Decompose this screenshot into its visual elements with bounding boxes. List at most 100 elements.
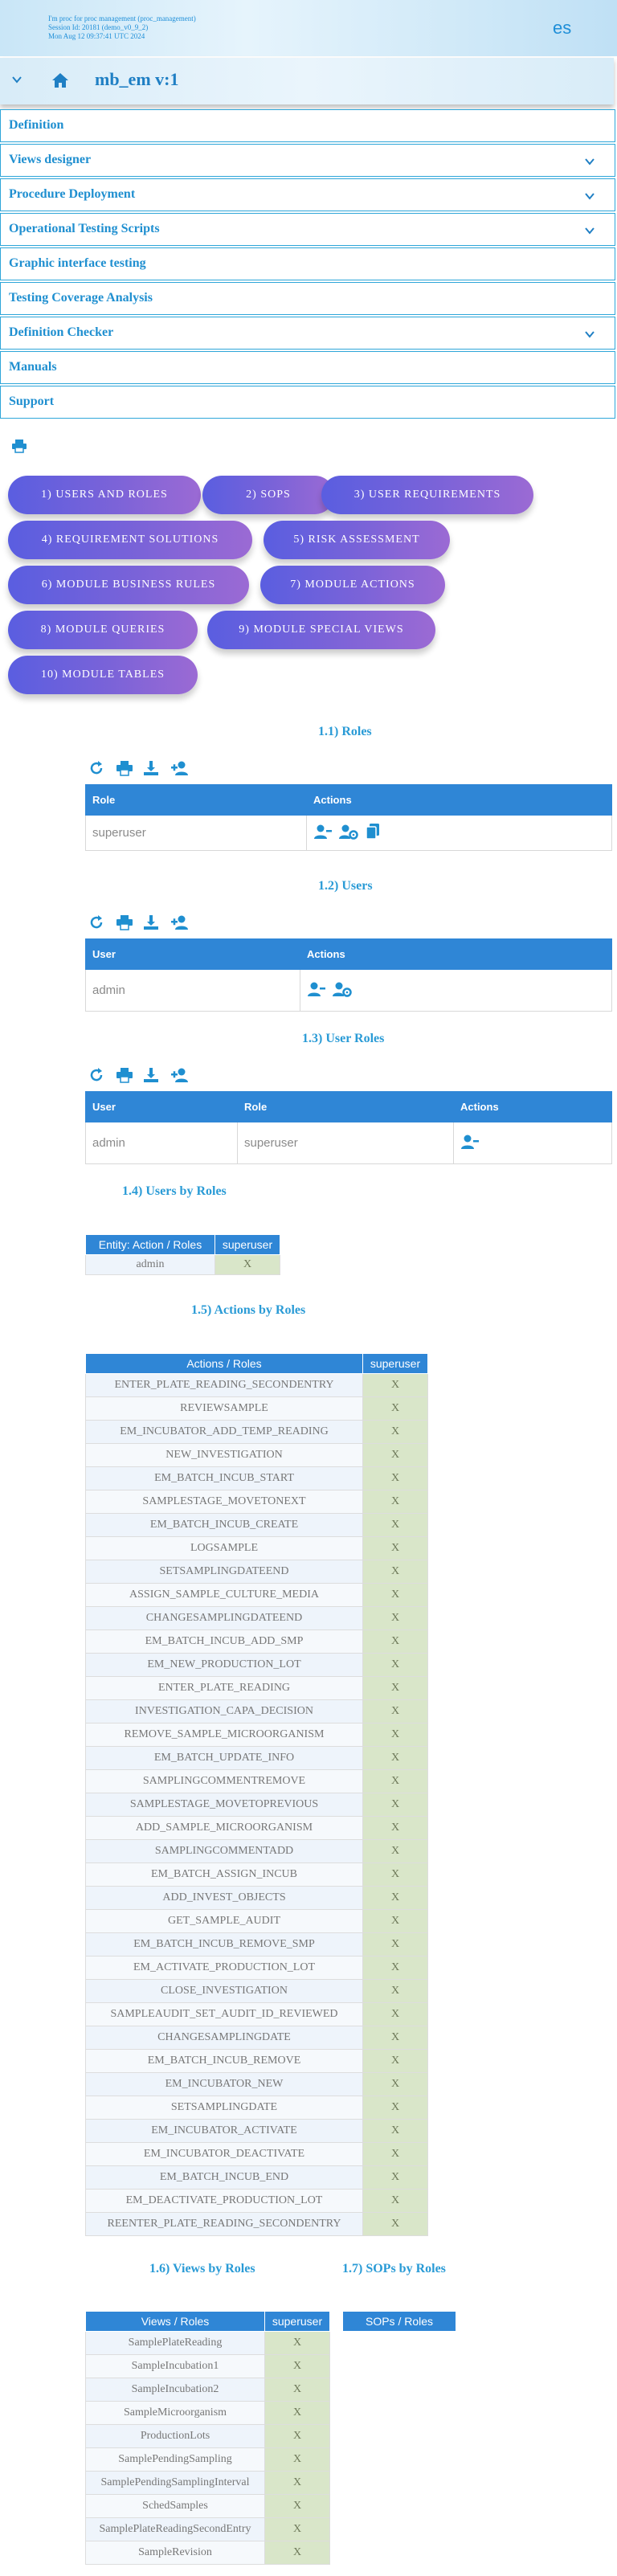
language-switch[interactable]: es (553, 18, 571, 39)
refresh-icon[interactable] (88, 1067, 106, 1085)
menu-item[interactable]: Definition (0, 109, 615, 142)
row-label: ASSIGN_SAMPLE_CULTURE_MEDIA (85, 1583, 363, 1607)
views-by-roles-table: Views / Roles superuser SamplePlateReadin… (85, 2311, 330, 2565)
navbar: mb_em v:1 (0, 58, 614, 104)
row-label: ADD_SAMPLE_MICROORGANISM (85, 1816, 363, 1840)
tab-button[interactable]: 4) REQUIREMENT SOLUTIONS (8, 521, 252, 559)
chevron-down-icon[interactable] (584, 156, 595, 171)
row-label: EM_BATCH_INCUB_END (85, 2165, 363, 2190)
row-label: CLOSE_INVESTIGATION (85, 1979, 363, 2003)
print-icon[interactable] (116, 1067, 133, 1085)
tab-button[interactable]: 8) MODULE QUERIES (8, 611, 198, 649)
row-label: EM_BATCH_INCUB_CREATE (85, 1513, 363, 1537)
col-header: Views / Roles (85, 2311, 265, 2332)
tab-button[interactable]: 3) USER REQUIREMENTS (321, 476, 533, 514)
add-user-icon[interactable] (170, 914, 188, 932)
mark-cell: X (362, 1466, 428, 1490)
table-row: ProductionLots X (85, 2424, 330, 2448)
menu-item[interactable]: Operational Testing Scripts (0, 213, 615, 246)
download-icon[interactable] (143, 1067, 161, 1085)
views-by-roles-title: 1.6) Views by Roles (149, 2262, 255, 2275)
mark-cell: X (264, 2541, 330, 2565)
remove-user-icon[interactable] (307, 981, 326, 1000)
table-row: SAMPLESTAGE_MOVETONEXT X (85, 1490, 428, 1514)
chevron-down-icon[interactable] (584, 225, 595, 240)
tab-button[interactable]: 1) USERS AND ROLES (8, 476, 201, 514)
mark-cell: X (362, 1536, 428, 1560)
mark-cell: X (362, 1629, 428, 1654)
menu-item[interactable]: Views designer (0, 144, 615, 177)
copy-icon[interactable] (365, 823, 381, 844)
col-header: Entity: Action / Roles (85, 1234, 215, 1255)
mark-cell: X (215, 1254, 280, 1275)
mark-cell: X (362, 1513, 428, 1537)
home-icon[interactable] (51, 72, 69, 92)
row-label: GET_SAMPLE_AUDIT (85, 1909, 363, 1933)
table-row: EM_BATCH_INCUB_START X (85, 1466, 428, 1490)
remove-user-icon[interactable] (313, 824, 333, 843)
table-row: ENTER_PLATE_READING_SECONDENTRY X (85, 1373, 428, 1397)
mark-cell: X (362, 1699, 428, 1723)
refresh-icon[interactable] (88, 914, 106, 932)
tab-button[interactable]: 2) SOPS (202, 476, 334, 514)
row-label: ADD_INVEST_OBJECTS (85, 1886, 363, 1910)
col-actions: Actions (300, 938, 612, 970)
menu-item[interactable]: Definition Checker (0, 317, 615, 350)
menu-item[interactable]: Support (0, 386, 615, 419)
tab-button[interactable]: 10) MODULE TABLES (8, 656, 198, 694)
actions-cell (453, 1122, 612, 1164)
table-row: SAMPLINGCOMMENTADD X (85, 1839, 428, 1863)
user-settings-icon[interactable] (333, 981, 352, 1000)
chevron-down-icon[interactable] (584, 329, 595, 344)
mark-cell: X (362, 2002, 428, 2026)
row-label: EM_ACTIVATE_PRODUCTION_LOT (85, 1956, 363, 1980)
menu-item[interactable]: Procedure Deployment (0, 178, 615, 211)
printer-icon[interactable] (11, 439, 27, 457)
row-label: SampleIncubation1 (85, 2354, 265, 2378)
user-roles-title: 1.3) User Roles (302, 1032, 385, 1045)
sops-by-roles-title: 1.7) SOPs by Roles (342, 2262, 446, 2275)
menu-item[interactable]: Testing Coverage Analysis (0, 282, 615, 315)
mark-cell: X (362, 2165, 428, 2190)
menu-item[interactable]: Graphic interface testing (0, 247, 615, 280)
tab-button[interactable]: 7) MODULE ACTIONS (260, 566, 445, 604)
mark-cell: X (362, 1723, 428, 1747)
row-label: SamplePlateReadingSecondEntry (85, 2517, 265, 2541)
mark-cell: X (362, 1373, 428, 1397)
col-user: User (85, 1091, 238, 1122)
table-row: SamplePendingSampling X (85, 2447, 330, 2472)
table-row: admin (85, 969, 612, 1012)
mark-cell: X (362, 1676, 428, 1700)
row-label: EM_BATCH_INCUB_ADD_SMP (85, 1629, 363, 1654)
download-icon[interactable] (143, 760, 161, 778)
user-roles-toolbar (88, 1067, 198, 1085)
refresh-icon[interactable] (88, 760, 106, 778)
add-user-icon[interactable] (170, 1067, 188, 1085)
tab-button[interactable]: 9) MODULE SPECIAL VIEWS (207, 611, 435, 649)
download-icon[interactable] (143, 914, 161, 932)
table-row: EM_INCUBATOR_DEACTIVATE X (85, 2142, 428, 2166)
mark-cell: X (362, 1396, 428, 1421)
table-row: SampleIncubation2 X (85, 2378, 330, 2402)
print-icon[interactable] (116, 760, 133, 778)
mark-cell: X (362, 2026, 428, 2050)
table-row: SAMPLEAUDIT_SET_AUDIT_ID_REVIEWED X (85, 2002, 428, 2026)
user-settings-icon[interactable] (339, 824, 358, 843)
mark-cell: X (362, 1606, 428, 1630)
row-label: SchedSamples (85, 2494, 265, 2518)
print-icon[interactable] (116, 914, 133, 932)
tab-button[interactable]: 5) RISK ASSESSMENT (264, 521, 450, 559)
chevron-down-icon[interactable] (584, 190, 595, 206)
tab-button[interactable]: 6) MODULE BUSINESS RULES (8, 566, 249, 604)
chevron-down-icon[interactable] (11, 74, 22, 89)
table-row: EM_BATCH_INCUB_REMOVE_SMP X (85, 1932, 428, 1957)
col-actions: Actions (453, 1091, 612, 1122)
roles-table: Role Actions superuser (85, 784, 612, 851)
users-toolbar (88, 914, 198, 932)
row-label: EM_BATCH_INCUB_REMOVE_SMP (85, 1932, 363, 1957)
add-user-icon[interactable] (170, 760, 188, 778)
remove-user-icon[interactable] (460, 1134, 480, 1153)
table-row: REVIEWSAMPLE X (85, 1396, 428, 1421)
mark-cell: X (362, 1490, 428, 1514)
menu-item[interactable]: Manuals (0, 351, 615, 384)
